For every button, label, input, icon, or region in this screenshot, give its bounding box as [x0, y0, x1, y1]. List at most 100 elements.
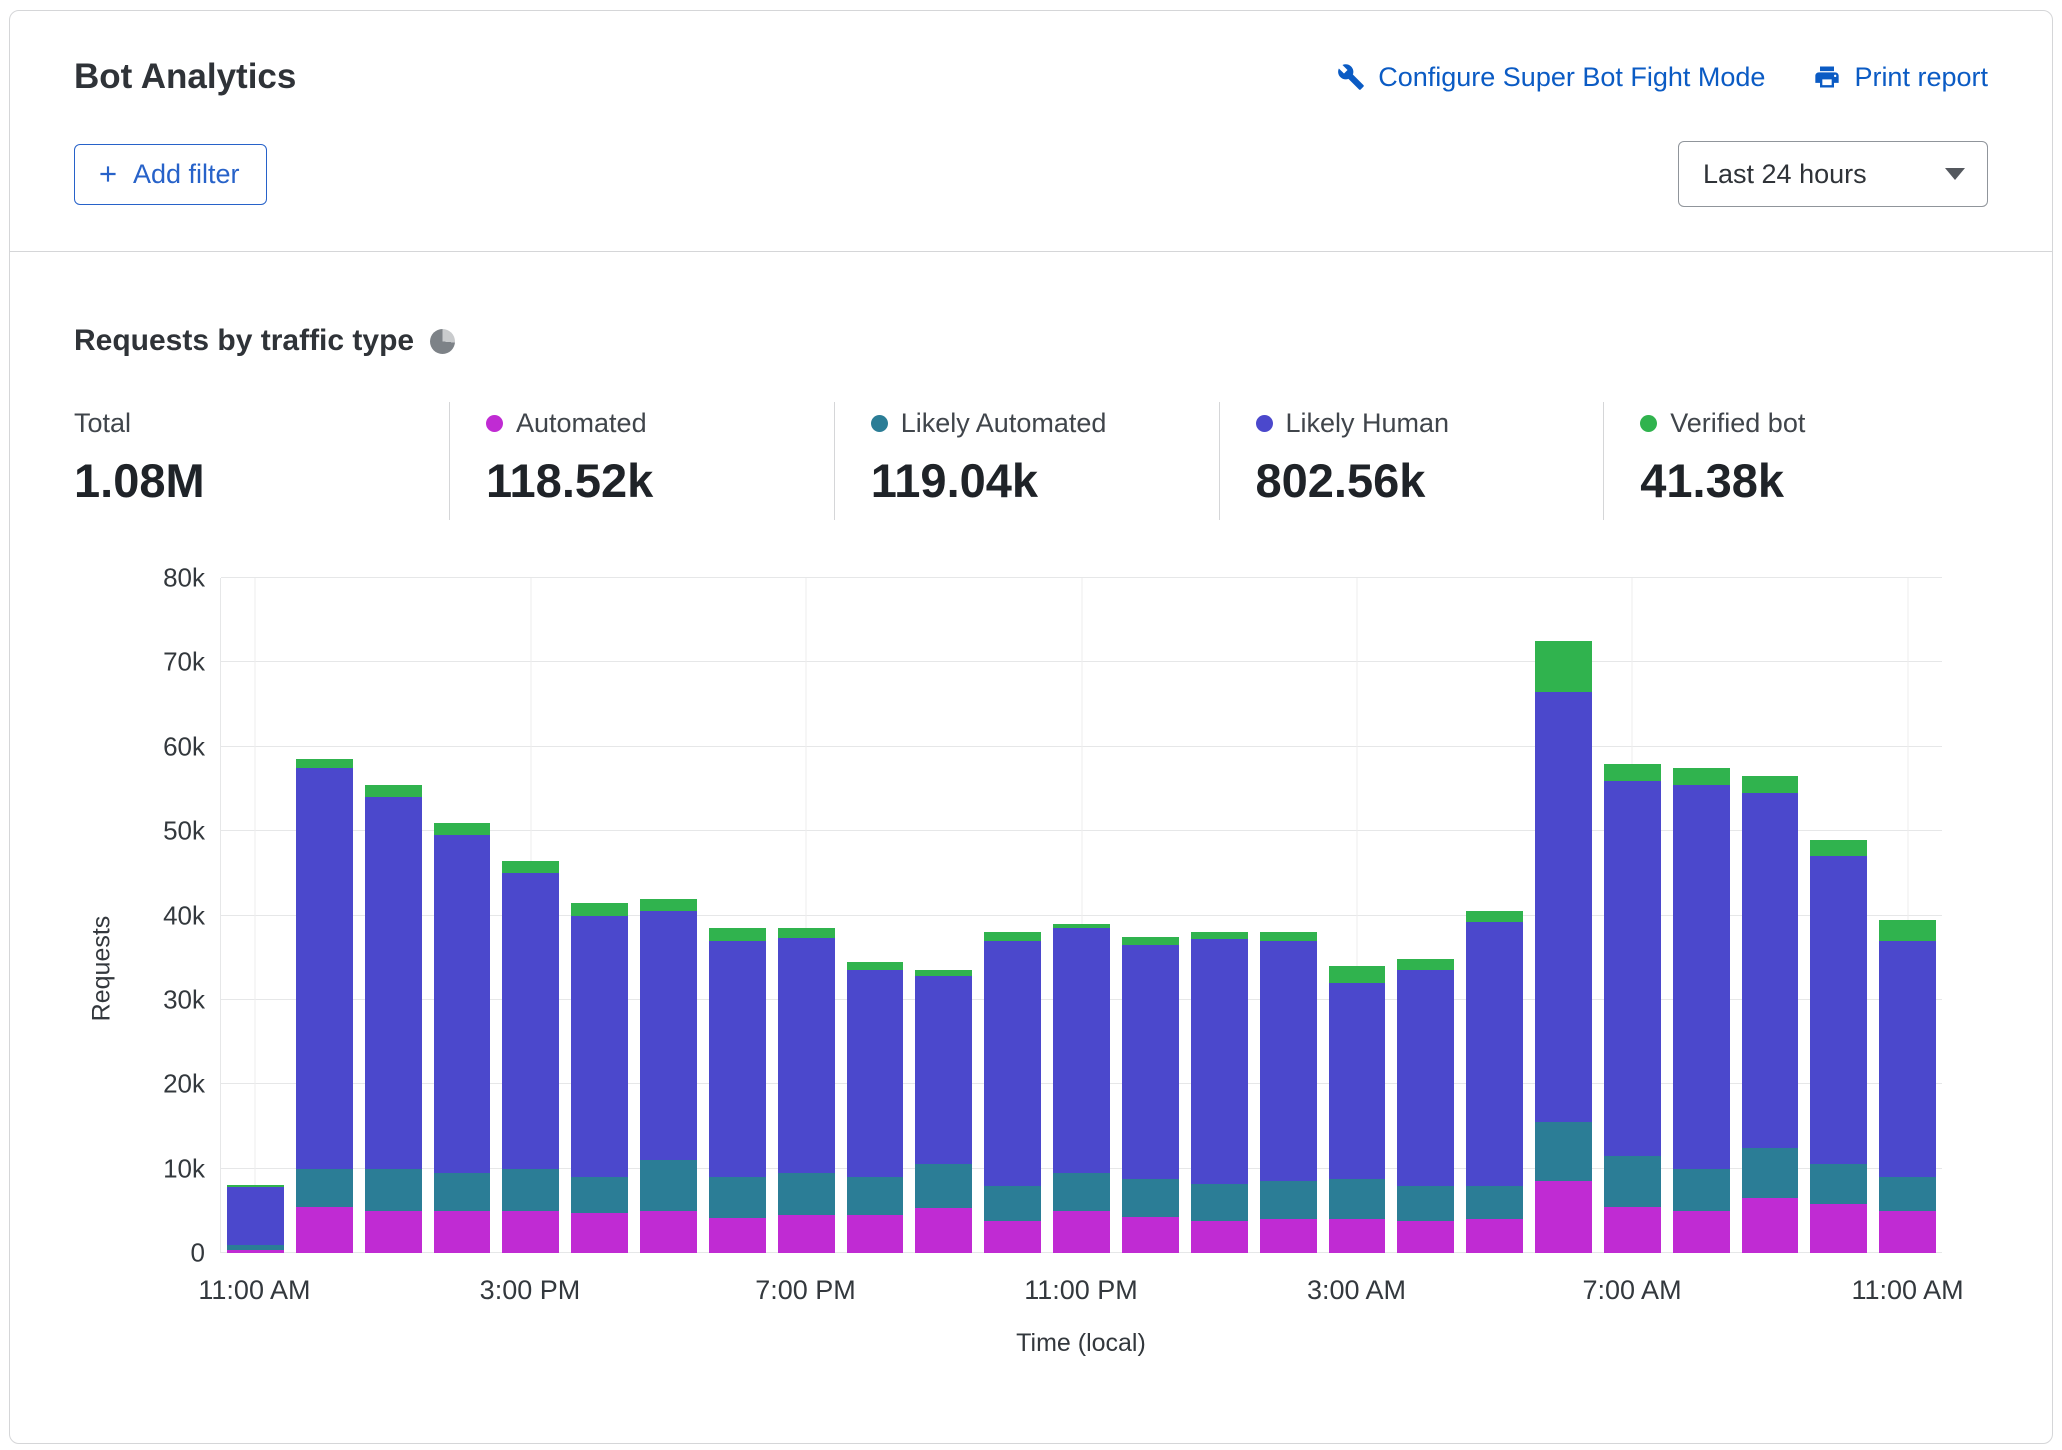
segment-likely-automated [709, 1177, 766, 1218]
plot-area: 010k20k30k40k50k60k70k80k [220, 578, 1942, 1253]
segment-likely-human [1466, 922, 1523, 1185]
section-title-row: Requests by traffic type [74, 324, 1988, 358]
bar-3-2-00-pm[interactable] [428, 578, 497, 1253]
segment-likely-automated [571, 1177, 628, 1212]
bar-12-11-00-pm[interactable] [1047, 578, 1116, 1253]
stat-total[interactable]: Total 1.08M [74, 402, 449, 520]
segment-automated [1329, 1219, 1386, 1253]
traffic-type-stats: Total 1.08M Automated 118.52k Likely Aut… [74, 402, 1988, 520]
plus-icon [95, 161, 121, 187]
segment-likely-human [709, 941, 766, 1177]
pie-chart-icon [430, 329, 455, 354]
y-axis-title: Requests [80, 578, 124, 1358]
bar-18-5-00-am[interactable] [1460, 578, 1529, 1253]
stat-automated[interactable]: Automated 118.52k [449, 402, 834, 520]
segment-likely-automated [984, 1186, 1041, 1221]
card-header: Bot Analytics Configure Super Bot Fight … [10, 11, 2052, 252]
segment-verified-bot [365, 785, 422, 798]
card-body: Requests by traffic type Total 1.08M Aut… [10, 324, 2052, 1358]
segment-likely-human [1673, 785, 1730, 1169]
segment-automated [1604, 1207, 1661, 1253]
segment-likely-human [1122, 945, 1179, 1179]
bar-2-1-00-pm[interactable] [359, 578, 428, 1253]
bar-10-9-00-pm[interactable] [909, 578, 978, 1253]
bar-0-11-00-am[interactable] [221, 578, 290, 1253]
segment-likely-human [1191, 939, 1248, 1184]
x-axis-title: Time (local) [220, 1329, 1942, 1358]
configure-super-bot-fight-mode-link[interactable]: Configure Super Bot Fight Mode [1337, 62, 1765, 93]
segment-verified-bot [1810, 840, 1867, 857]
segment-automated [1742, 1198, 1799, 1253]
y-tick-label: 70k [163, 647, 205, 678]
segment-automated [434, 1211, 491, 1253]
add-filter-button[interactable]: Add filter [74, 144, 267, 205]
stat-likely-human-label: Likely Human [1286, 408, 1450, 439]
stat-verified-bot-label: Verified bot [1670, 408, 1805, 439]
print-report-link[interactable]: Print report [1813, 62, 1988, 93]
segment-verified-bot [1604, 764, 1661, 781]
segment-verified-bot [296, 759, 353, 767]
bar-15-2-00-am[interactable] [1254, 578, 1323, 1253]
segment-automated [847, 1215, 904, 1253]
bar-17-4-00-am[interactable] [1391, 578, 1460, 1253]
segment-likely-automated [365, 1169, 422, 1211]
bar-11-10-00-pm[interactable] [978, 578, 1047, 1253]
segment-automated [227, 1250, 284, 1253]
bar-8-7-00-pm[interactable] [772, 578, 841, 1253]
segment-automated [709, 1218, 766, 1253]
bar-9-8-00-pm[interactable] [841, 578, 910, 1253]
bar-19-6-00-am[interactable] [1529, 578, 1598, 1253]
wrench-icon [1337, 63, 1365, 91]
segment-automated [296, 1207, 353, 1253]
bar-6-5-00-pm[interactable] [634, 578, 703, 1253]
segment-verified-bot [1397, 959, 1454, 970]
segment-automated [1260, 1219, 1317, 1253]
bar-14-1-00-am[interactable] [1185, 578, 1254, 1253]
time-range-select[interactable]: Last 24 hours [1678, 141, 1988, 207]
segment-automated [778, 1215, 835, 1253]
segment-automated [1879, 1211, 1936, 1253]
bar-22-9-00-am[interactable] [1736, 578, 1805, 1253]
segment-likely-automated [1122, 1179, 1179, 1217]
y-tick-label: 20k [163, 1069, 205, 1100]
stat-likely-automated[interactable]: Likely Automated 119.04k [834, 402, 1219, 520]
segment-likely-automated [847, 1177, 904, 1215]
segment-likely-human [502, 873, 559, 1168]
segment-likely-automated [1397, 1186, 1454, 1221]
bar-1-12-00-pm[interactable] [290, 578, 359, 1253]
stat-verified-bot[interactable]: Verified bot 41.38k [1603, 402, 1988, 520]
bar-21-8-00-am[interactable] [1667, 578, 1736, 1253]
printer-icon [1813, 63, 1841, 91]
segment-likely-automated [1466, 1186, 1523, 1220]
verified-bot-dot [1640, 415, 1657, 432]
stat-verified-bot-value: 41.38k [1640, 453, 1988, 508]
bar-5-4-00-pm[interactable] [565, 578, 634, 1253]
segment-verified-bot [1535, 641, 1592, 692]
segment-verified-bot [1466, 911, 1523, 922]
stat-likely-human[interactable]: Likely Human 802.56k [1219, 402, 1604, 520]
segment-likely-automated [1604, 1156, 1661, 1207]
x-tick-label: 11:00 AM [198, 1275, 310, 1306]
bar-4-3-00-pm[interactable] [496, 578, 565, 1253]
bar-20-7-00-am[interactable] [1598, 578, 1667, 1253]
segment-verified-bot [1742, 776, 1799, 793]
stat-automated-value: 118.52k [486, 453, 834, 508]
segment-automated [571, 1213, 628, 1254]
bar-24-11-00-am[interactable] [1873, 578, 1942, 1253]
stat-likely-human-value: 802.56k [1256, 453, 1604, 508]
segment-likely-human [296, 768, 353, 1169]
bar-23-10-00-am[interactable] [1804, 578, 1873, 1253]
y-tick-label: 40k [163, 900, 205, 931]
segment-verified-bot [1122, 937, 1179, 945]
segment-likely-human [571, 916, 628, 1178]
segment-likely-automated [1191, 1184, 1248, 1221]
segment-likely-human [778, 938, 835, 1173]
likely-automated-dot [871, 415, 888, 432]
bar-7-6-00-pm[interactable] [703, 578, 772, 1253]
segment-likely-human [1810, 856, 1867, 1164]
bar-16-3-00-am[interactable] [1323, 578, 1392, 1253]
segment-likely-automated [778, 1173, 835, 1215]
add-filter-label: Add filter [133, 159, 240, 190]
bot-analytics-card: Bot Analytics Configure Super Bot Fight … [9, 10, 2053, 1444]
bar-13-12-00-am[interactable] [1116, 578, 1185, 1253]
